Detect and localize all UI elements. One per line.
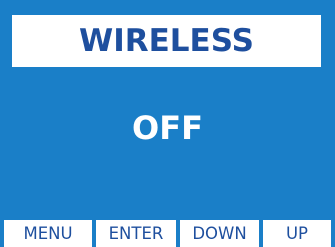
device-display: WIRELESS OFF MENU ENTER DOWN UP [0, 0, 335, 247]
enter-button[interactable]: ENTER [96, 220, 176, 247]
down-button[interactable]: DOWN [180, 220, 259, 247]
menu-button[interactable]: MENU [4, 220, 92, 247]
menu-title: WIRELESS [12, 15, 321, 67]
up-button[interactable]: UP [263, 220, 331, 247]
wireless-status-value: OFF [132, 109, 203, 147]
softkey-bar: MENU ENTER DOWN UP [0, 220, 335, 247]
